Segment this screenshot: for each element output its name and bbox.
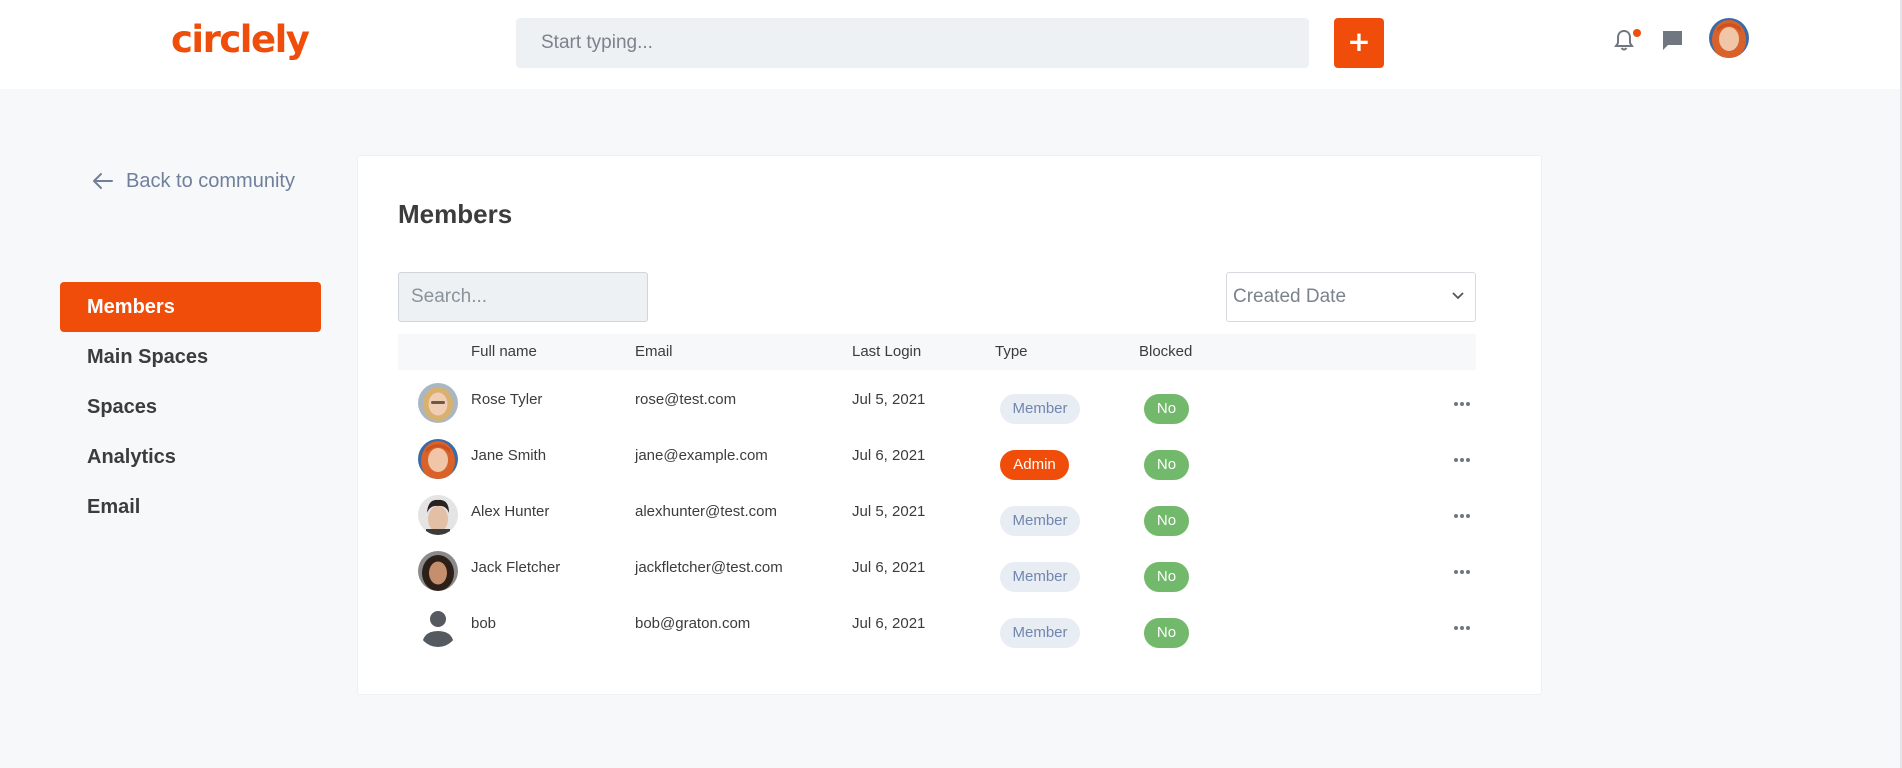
logo[interactable]: circlely: [171, 18, 310, 61]
column-last-login[interactable]: Last Login: [852, 343, 921, 360]
user-avatar[interactable]: [1709, 18, 1749, 58]
table-row[interactable]: Jane Smith jane@example.com Jul 6, 2021 …: [398, 430, 1476, 486]
more-options-icon[interactable]: [1453, 513, 1471, 519]
table-header: Full name Email Last Login Type Blocked: [398, 334, 1476, 370]
member-email: alexhunter@test.com: [635, 503, 777, 520]
table-row[interactable]: bob bob@graton.com Jul 6, 2021 Member No: [398, 598, 1476, 654]
blocked-badge: No: [1144, 618, 1189, 648]
member-name[interactable]: Jack Fletcher: [471, 559, 560, 576]
member-name[interactable]: Jane Smith: [471, 447, 546, 464]
avatar: [418, 495, 458, 535]
table-row[interactable]: Jack Fletcher jackfletcher@test.com Jul …: [398, 542, 1476, 598]
avatar: [418, 383, 458, 423]
sidebar-item-analytics[interactable]: Analytics: [60, 432, 321, 482]
member-email: jane@example.com: [635, 447, 768, 464]
more-options-icon[interactable]: [1453, 401, 1471, 407]
member-email: rose@test.com: [635, 391, 737, 408]
add-button[interactable]: +: [1334, 18, 1384, 68]
top-bar: circlely +: [0, 0, 1902, 89]
global-search-input[interactable]: [516, 18, 1309, 68]
member-name[interactable]: Rose Tyler: [471, 391, 542, 408]
type-badge: Member: [1000, 618, 1080, 648]
column-email[interactable]: Email: [635, 343, 673, 360]
sidebar-item-members[interactable]: Members: [60, 282, 321, 332]
arrow-left-icon: [93, 173, 113, 189]
page-title: Members: [398, 199, 513, 229]
member-last-login: Jul 6, 2021: [852, 615, 926, 632]
column-type[interactable]: Type: [995, 343, 1028, 360]
blocked-badge: No: [1144, 394, 1189, 424]
more-options-icon[interactable]: [1453, 625, 1471, 631]
blocked-badge: No: [1144, 506, 1189, 536]
blocked-badge: No: [1144, 562, 1189, 592]
table-row[interactable]: Alex Hunter alexhunter@test.com Jul 5, 2…: [398, 486, 1476, 542]
member-last-login: Jul 5, 2021: [852, 503, 926, 520]
sort-selected-value: Created Date: [1233, 286, 1347, 307]
chevron-down-icon: [1452, 292, 1464, 300]
sidebar-item-email[interactable]: Email: [60, 482, 321, 532]
default-user-icon: [418, 607, 458, 647]
avatar: [418, 551, 458, 591]
back-to-community-link[interactable]: Back to community: [92, 168, 295, 194]
member-last-login: Jul 6, 2021: [852, 559, 926, 576]
back-link-label: Back to community: [126, 169, 295, 192]
type-badge: Member: [1000, 394, 1080, 424]
member-search-input[interactable]: [398, 272, 648, 322]
sort-select[interactable]: Created Date: [1226, 272, 1476, 322]
member-last-login: Jul 6, 2021: [852, 447, 926, 464]
member-email: bob@graton.com: [635, 615, 751, 632]
sidebar-nav: Members Main Spaces Spaces Analytics Ema…: [60, 282, 321, 532]
member-email: jackfletcher@test.com: [635, 559, 783, 576]
member-last-login: Jul 5, 2021: [852, 391, 926, 408]
sidebar-item-main-spaces[interactable]: Main Spaces: [60, 332, 321, 382]
chat-icon[interactable]: [1661, 29, 1684, 51]
type-badge: Member: [1000, 562, 1080, 592]
column-blocked[interactable]: Blocked: [1139, 343, 1192, 360]
members-card: Members Created Date Full name Email Las…: [357, 155, 1542, 695]
sidebar-item-spaces[interactable]: Spaces: [60, 382, 321, 432]
avatar: [418, 439, 458, 479]
more-options-icon[interactable]: [1453, 457, 1471, 463]
type-badge: Admin: [1000, 450, 1069, 480]
type-badge: Member: [1000, 506, 1080, 536]
more-options-icon[interactable]: [1453, 569, 1471, 575]
column-full-name[interactable]: Full name: [471, 343, 537, 360]
blocked-badge: No: [1144, 450, 1189, 480]
member-name[interactable]: Alex Hunter: [471, 503, 549, 520]
notification-dot: [1633, 29, 1641, 37]
bell-icon[interactable]: [1614, 29, 1634, 51]
table-row[interactable]: Rose Tyler rose@test.com Jul 5, 2021 Mem…: [398, 374, 1476, 430]
member-name[interactable]: bob: [471, 615, 496, 632]
